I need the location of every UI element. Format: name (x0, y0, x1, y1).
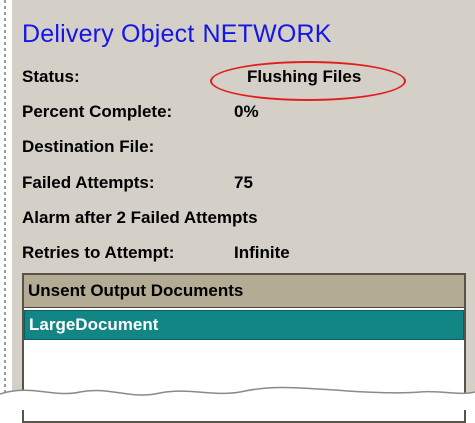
failed-attempts-label: Failed Attempts: (22, 173, 155, 192)
destination-file-label: Destination File: (22, 137, 155, 156)
list-item[interactable]: LargeDocument (24, 310, 464, 340)
status-label: Status: (22, 67, 80, 86)
torn-edge (0, 386, 475, 410)
delivery-object-name: NETWORK (202, 20, 332, 48)
page-title: Delivery Object NETWORK (22, 20, 332, 49)
retries-label: Retries to Attempt: (22, 243, 175, 262)
percent-complete-label: Percent Complete: (22, 102, 173, 121)
percent-complete-value: 0% (234, 102, 259, 121)
highlight-ellipse (210, 61, 406, 101)
delivery-object-panel: Delivery Object NETWORK Status: Flushing … (12, 0, 475, 423)
title-prefix: Delivery Object (22, 20, 195, 48)
dotted-edge (4, 0, 6, 410)
failed-attempts-value: 75 (234, 173, 253, 192)
alarm-text: Alarm after 2 Failed Attempts (22, 208, 258, 227)
list-header[interactable]: Unsent Output Documents (24, 275, 464, 308)
retries-value: Infinite (234, 243, 290, 262)
